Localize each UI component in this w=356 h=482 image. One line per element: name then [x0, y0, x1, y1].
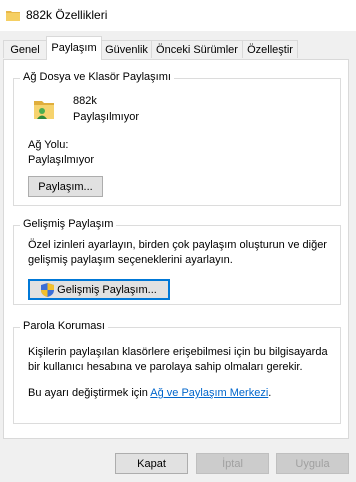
- advanced-sharing-group: Gelişmiş Paylaşım Özel izinleri ayarlayı…: [13, 218, 341, 305]
- close-button[interactable]: Kapat: [115, 453, 188, 474]
- group-title: Gelişmiş Paylaşım: [20, 218, 117, 230]
- window-title: 882k Özellikleri: [26, 8, 108, 22]
- network-path-value: Paylaşılmıyor: [28, 154, 95, 166]
- group-title: Ağ Dosya ve Klasör Paylaşımı: [20, 71, 174, 83]
- advanced-sharing-button-label: Gelişmiş Paylaşım...: [57, 283, 157, 296]
- advanced-sharing-description: Özel izinleri ayarlayın, birden çok payl…: [28, 239, 327, 266]
- tab-panel: Ağ Dosya ve Klasör Paylaşımı 882k Paylaş…: [3, 59, 349, 439]
- change-setting-line: Bu ayarı değiştirmek için Ağ ve Paylaşım…: [28, 386, 334, 401]
- apply-button[interactable]: Uygula: [276, 453, 349, 474]
- folder-name: 882k: [73, 95, 97, 107]
- network-sharing-group: Ağ Dosya ve Klasör Paylaşımı 882k Paylaş…: [13, 71, 341, 206]
- tab-general[interactable]: Genel: [3, 40, 47, 58]
- uac-shield-icon: [41, 282, 55, 297]
- folder-icon: [6, 11, 20, 21]
- tab-previous-versions[interactable]: Önceki Sürümler: [151, 40, 243, 58]
- folder-share-status: Paylaşılmıyor: [73, 111, 140, 123]
- tab-sharing[interactable]: Paylaşım: [46, 36, 102, 60]
- share-button[interactable]: Paylaşım...: [28, 176, 103, 197]
- change-setting-text: Bu ayarı değiştirmek için: [28, 387, 148, 399]
- shared-folder-icon: [34, 101, 54, 119]
- password-protection-group: Parola Koruması Kişilerin paylaşılan kla…: [13, 320, 341, 424]
- network-path-label: Ağ Yolu:: [28, 139, 69, 151]
- password-protection-description: Kişilerin paylaşılan klasörlere erişebil…: [28, 346, 328, 373]
- cancel-button[interactable]: İptal: [196, 453, 269, 474]
- tab-security[interactable]: Güvenlik: [101, 40, 152, 58]
- change-setting-suffix: .: [268, 387, 272, 399]
- title-bar: 882k Özellikleri: [0, 0, 356, 31]
- tab-customize[interactable]: Özelleştir: [242, 40, 298, 58]
- network-sharing-center-link[interactable]: Ağ ve Paylaşım Merkezi: [150, 387, 268, 399]
- tab-strip: Genel Paylaşım Güvenlik Önceki Sürümler …: [0, 36, 356, 60]
- group-title: Parola Koruması: [20, 320, 108, 332]
- advanced-sharing-button[interactable]: Gelişmiş Paylaşım...: [28, 279, 170, 300]
